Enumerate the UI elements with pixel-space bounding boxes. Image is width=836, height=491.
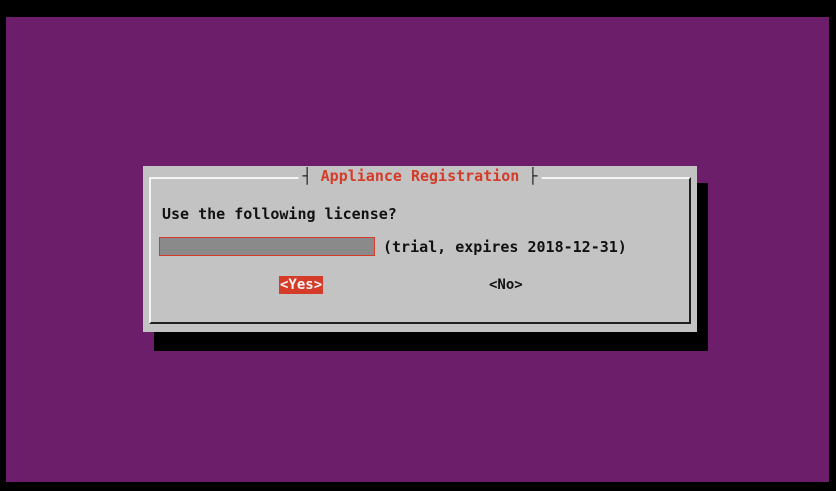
- dialog-title: ┤ Appliance Registration ├: [298, 167, 542, 185]
- license-key-field: [159, 237, 375, 256]
- no-button[interactable]: <No>: [488, 276, 524, 294]
- title-right-bracket: ├: [528, 167, 538, 185]
- yes-button[interactable]: <Yes>: [279, 276, 324, 294]
- title-left-bracket: ┤: [302, 167, 312, 185]
- registration-dialog: ┤ Appliance Registration ├ Use the follo…: [143, 166, 697, 332]
- license-note: (trial, expires 2018-12-31): [383, 238, 627, 256]
- dialog-title-text: Appliance Registration: [320, 167, 520, 185]
- dialog-prompt: Use the following license?: [162, 205, 397, 223]
